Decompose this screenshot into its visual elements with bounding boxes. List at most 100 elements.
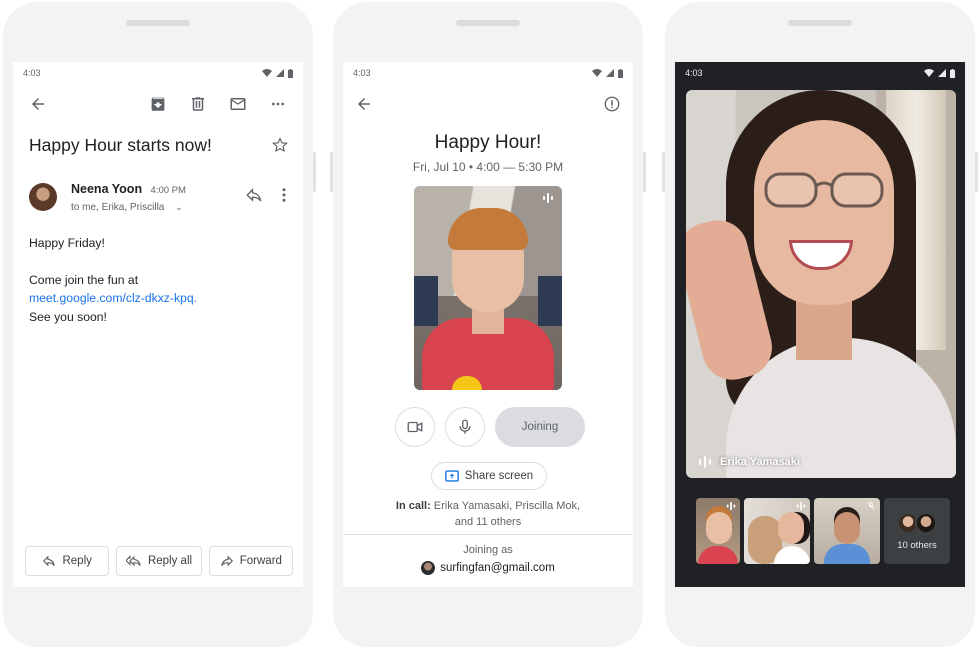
delete-icon[interactable] (185, 91, 211, 117)
back-arrow-icon[interactable] (355, 95, 373, 113)
reply-all-button[interactable]: Reply all (116, 546, 202, 576)
participant-thumbnail[interactable] (696, 498, 740, 564)
meet-link[interactable]: meet.google.com/clz-dkxz-kpq. (29, 289, 287, 308)
mic-toggle-button[interactable] (445, 407, 485, 447)
joining-as-label: Joining as (463, 544, 513, 556)
signal-icon (606, 69, 614, 77)
body-line1: Come join the fun at (29, 272, 139, 287)
reply-icon (43, 555, 56, 567)
info-icon[interactable] (603, 95, 621, 113)
participant-thumbnail[interactable] (814, 498, 880, 564)
status-bar: 4:03 (343, 62, 633, 84)
meeting-title: Happy Hour! (434, 132, 542, 153)
meeting-date-time: Fri, Jul 10 • 4:00 — 5:30 PM (412, 160, 564, 174)
battery-icon (288, 68, 293, 78)
reply-icon[interactable] (245, 186, 263, 204)
gmail-screen: 4:03 Happy Hour starts now! Neena Yoon 4… (13, 62, 303, 587)
signal-icon (938, 69, 946, 77)
join-controls: Joining (395, 407, 585, 447)
speaker-face (754, 120, 894, 305)
phone-speaker (126, 20, 190, 26)
gaming-chair (414, 276, 438, 326)
forward-button[interactable]: Forward (208, 546, 294, 576)
sender-meta: Neena Yoon 4:00 PM to me, Erika, Priscil… (71, 180, 245, 213)
share-screen-button[interactable]: Share screen (431, 462, 547, 490)
signal-icon (276, 69, 284, 77)
chevron-down-icon[interactable]: ⌄ (175, 202, 183, 212)
in-call-label: In call: (395, 500, 431, 512)
phone-side-button (975, 152, 978, 192)
star-icon[interactable] (271, 136, 289, 154)
joining-button[interactable]: Joining (495, 407, 585, 447)
phone-speaker (788, 20, 852, 26)
meet-toolbar (343, 84, 633, 124)
main-speaker-video[interactable]: Erika Yamasaki (686, 90, 956, 478)
account-email: surfingfan@gmail.com (440, 562, 555, 574)
status-icons (924, 68, 955, 78)
speaker-label: Erika Yamasaki (698, 456, 800, 468)
audio-level-icon (699, 456, 711, 468)
reply-button[interactable]: Reply (25, 546, 110, 576)
status-bar: 4:03 (675, 62, 965, 84)
more-vertical-icon[interactable] (277, 186, 291, 204)
audio-level-icon (543, 193, 553, 203)
meet-join-screen: 4:03 Happy Hour! Fri, Jul 10 • 4:00 — 5:… (343, 62, 633, 587)
wifi-icon (592, 69, 602, 77)
reply-all-icon (125, 555, 141, 567)
phone-side-button (662, 152, 665, 192)
self-video-preview (414, 186, 562, 390)
sender-time: 4:00 PM (150, 185, 186, 196)
participant-shirt (698, 546, 738, 564)
sender-actions (245, 186, 291, 204)
phone-side-button (313, 152, 316, 192)
gaming-chair (538, 276, 562, 326)
battery-icon (618, 68, 623, 78)
in-call-info: In call: Erika Yamasaki, Priscilla Mok, … (343, 498, 633, 530)
archive-icon[interactable] (145, 91, 171, 117)
account-row[interactable]: surfingfan@gmail.com (343, 561, 633, 575)
present-screen-icon (444, 470, 459, 482)
sender-row: Neena Yoon 4:00 PM to me, Erika, Priscil… (13, 166, 303, 220)
email-toolbar (13, 84, 303, 124)
phone-side-button (330, 152, 333, 192)
phone-meet-join: 4:03 Happy Hour! Fri, Jul 10 • 4:00 — 5:… (330, 2, 646, 647)
participant-face (778, 512, 804, 544)
account-avatar (421, 561, 436, 575)
camera-toggle-button[interactable] (395, 407, 435, 447)
others-avatars (897, 511, 937, 534)
forward-label: Forward (239, 555, 282, 567)
sender-name: Neena Yoon (71, 182, 143, 196)
status-icons (262, 68, 293, 78)
body-greeting: Happy Friday! (29, 236, 105, 250)
back-arrow-icon[interactable] (25, 91, 51, 117)
sender-avatar[interactable] (29, 183, 57, 211)
speaker-name: Erika Yamasaki (720, 456, 800, 468)
recipients-row[interactable]: to me, Erika, Priscilla ⌄ (71, 202, 245, 213)
participant-face (706, 512, 732, 544)
avatar (915, 511, 937, 534)
mic-off-icon (867, 501, 875, 510)
meet-call-screen: 4:03 Erika Yamasaki 10 others (675, 62, 965, 587)
reply-all-label: Reply all (147, 555, 193, 567)
speaker-glasses (764, 172, 884, 208)
others-count: 10 others (897, 539, 937, 551)
others-tile[interactable]: 10 others (884, 498, 950, 564)
wifi-icon (262, 69, 272, 77)
phone-gmail: 4:03 Happy Hour starts now! Neena Yoon 4… (3, 2, 316, 647)
body-line2: See you soon! (29, 309, 107, 324)
participant-thumbnails: 10 others (696, 498, 950, 564)
mail-icon[interactable] (225, 91, 251, 117)
status-time: 4:03 (685, 68, 703, 78)
forward-icon (220, 555, 233, 567)
videocam-icon (407, 421, 423, 433)
status-time: 4:03 (23, 68, 41, 78)
battery-icon (950, 68, 955, 78)
participant-thumbnail[interactable] (744, 498, 810, 564)
divider (343, 534, 633, 535)
in-call-names: Erika Yamasaki, Priscilla Mok, (433, 500, 581, 512)
email-action-bar: Reply Reply all Forward (25, 546, 294, 576)
more-horizontal-icon[interactable] (265, 91, 291, 117)
in-call-more: and 11 others (454, 516, 522, 528)
audio-level-icon (726, 501, 736, 511)
participant-face (834, 512, 860, 544)
